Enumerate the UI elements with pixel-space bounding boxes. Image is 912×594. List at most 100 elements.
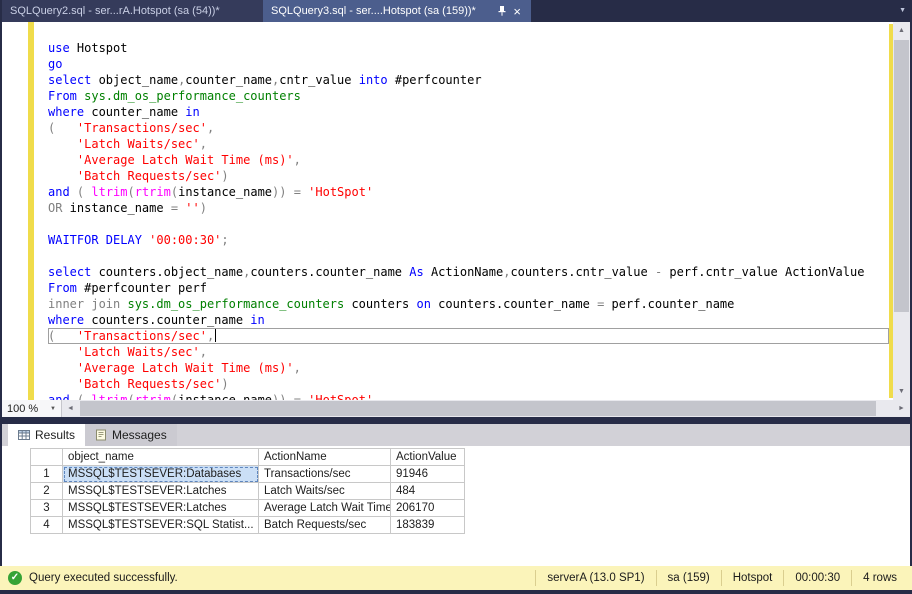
vertical-scrollbar-thumb[interactable]: [894, 40, 909, 312]
code-line[interactable]: From sys.dm_os_performance_counters: [48, 88, 889, 104]
column-header[interactable]: ActionValue: [390, 448, 465, 466]
code-editor[interactable]: -use Hotspotgo-select object_name,counte…: [2, 22, 910, 400]
grid-cell[interactable]: Transactions/sec: [258, 465, 391, 483]
code-token: (: [127, 185, 135, 199]
pin-icon[interactable]: [497, 5, 507, 17]
code-line[interactable]: [48, 216, 889, 232]
code-line[interactable]: 'Latch Waits/sec',: [48, 344, 889, 360]
zoom-selector[interactable]: 100 % ▼: [2, 400, 62, 417]
code-token: and: [48, 185, 70, 199]
grid-cell[interactable]: 484: [390, 482, 465, 500]
code-token: instance_name: [178, 185, 273, 199]
code-token: )) =: [272, 185, 309, 199]
code-token: =: [597, 297, 612, 311]
tab-label: SQLQuery2.sql - ser...rA.Hotspot (sa (54…: [10, 5, 220, 17]
grid-cell[interactable]: MSSQL$TESTSEVER:Databases: [62, 465, 259, 483]
code-token: rtrim: [134, 393, 171, 400]
code-line[interactable]: OR instance_name = ''): [48, 200, 889, 216]
code-token: counter_name: [84, 105, 186, 119]
scroll-up-icon[interactable]: ▲: [893, 22, 910, 39]
code-line[interactable]: -: [48, 24, 889, 40]
code-line[interactable]: WAITFOR DELAY '00:00:30';: [48, 232, 889, 248]
editor-horizontal-scroll-row: 100 % ▼ ◄ ►: [2, 400, 910, 417]
table-row: 3 MSSQL$TESTSEVER:Latches Average Latch Wa…: [30, 499, 465, 517]
code-token: counters.counter_name: [250, 265, 410, 279]
grid-cell[interactable]: MSSQL$TESTSEVER:Latches: [62, 499, 259, 517]
grid-corner[interactable]: [30, 448, 63, 466]
grid-cell[interactable]: Average Latch Wait Time (ms): [258, 499, 391, 517]
row-header[interactable]: 2: [30, 482, 63, 500]
scroll-right-icon[interactable]: ►: [893, 400, 910, 417]
grid-cell[interactable]: MSSQL$TESTSEVER:Latches: [62, 482, 259, 500]
status-database: Hotspot: [720, 570, 784, 586]
code-token: in: [250, 313, 265, 327]
code-token: and: [48, 393, 70, 400]
code-line[interactable]: ( 'Transactions/sec',: [48, 328, 889, 344]
grid-cell[interactable]: MSSQL$TESTSEVER:SQL Statist...: [62, 516, 259, 534]
code-token: WAITFOR DELAY: [48, 233, 142, 247]
tab-sqlquery3[interactable]: SQLQuery3.sql - ser....Hotspot (sa (159)…: [263, 0, 531, 22]
code-token: ,: [199, 345, 207, 359]
code-token: ,: [199, 137, 207, 151]
column-header[interactable]: ActionName: [258, 448, 391, 466]
code-token: ,: [293, 153, 301, 167]
grid-cell[interactable]: 206170: [390, 499, 465, 517]
tab-messages[interactable]: Messages: [85, 424, 177, 446]
code-token: counters.counter_name: [430, 297, 598, 311]
tab-sqlquery2[interactable]: SQLQuery2.sql - ser...rA.Hotspot (sa (54…: [2, 0, 263, 22]
document-tab-bar: SQLQuery2.sql - ser...rA.Hotspot (sa (54…: [0, 0, 912, 22]
horizontal-scrollbar-thumb[interactable]: [80, 401, 876, 416]
code-line[interactable]: where counter_name in: [48, 104, 889, 120]
code-token: on: [416, 297, 431, 311]
column-header[interactable]: object_name: [62, 448, 259, 466]
code-line[interactable]: and ( ltrim(rtrim(instance_name)) = 'Hot…: [48, 392, 889, 400]
code-token: ,: [293, 361, 301, 375]
tab-results[interactable]: Results: [8, 424, 86, 446]
code-token: ): [221, 169, 229, 183]
code-line[interactable]: ( 'Transactions/sec',: [48, 120, 889, 136]
code-line[interactable]: and ( ltrim(rtrim(instance_name)) = 'Hot…: [48, 184, 889, 200]
code-line[interactable]: inner join sys.dm_os_performance_counter…: [48, 296, 889, 312]
code-line[interactable]: go: [48, 56, 889, 72]
code-token: 'Transactions/sec': [76, 329, 207, 343]
success-check-icon: ✓: [8, 571, 22, 585]
code-line[interactable]: use Hotspot: [48, 40, 889, 56]
row-header[interactable]: 4: [30, 516, 63, 534]
scroll-left-icon[interactable]: ◄: [62, 400, 79, 417]
grid-cell[interactable]: Latch Waits/sec: [258, 482, 391, 500]
document-list-dropdown-icon[interactable]: ▼: [899, 7, 906, 14]
row-header[interactable]: 3: [30, 499, 63, 517]
code-token: inner join: [48, 297, 121, 311]
status-rowcount: 4 rows: [851, 570, 908, 586]
grid-cell[interactable]: 183839: [390, 516, 465, 534]
code-line[interactable]: [48, 248, 889, 264]
code-line[interactable]: 'Average Latch Wait Time (ms)',: [48, 360, 889, 376]
code-line[interactable]: 'Batch Requests/sec'): [48, 168, 889, 184]
code-line[interactable]: 'Average Latch Wait Time (ms)',: [48, 152, 889, 168]
scroll-down-icon[interactable]: ▼: [893, 383, 910, 400]
code-line[interactable]: where counters.counter_name in: [48, 312, 889, 328]
tab-label: SQLQuery3.sql - ser....Hotspot (sa (159)…: [271, 5, 476, 17]
code-token: #perfcounter: [387, 73, 482, 87]
grid-cell[interactable]: Batch Requests/sec: [258, 516, 391, 534]
code-token: (: [127, 393, 135, 400]
status-user: sa (159): [655, 570, 721, 586]
code-token: use: [48, 41, 70, 55]
code-token: counter_name: [185, 73, 272, 87]
code-line[interactable]: -select object_name,counter_name,cntr_va…: [48, 72, 889, 88]
grid-cell[interactable]: 91946: [390, 465, 465, 483]
code-line[interactable]: -select counters.object_name,counters.co…: [48, 264, 889, 280]
row-header[interactable]: 1: [30, 465, 63, 483]
code-lines[interactable]: -use Hotspotgo-select object_name,counte…: [48, 24, 889, 400]
code-token: sys.dm_os_performance_counters: [120, 297, 345, 311]
zoom-value: 100 %: [7, 402, 39, 415]
code-token: ,: [206, 329, 215, 343]
close-icon[interactable]: ×: [511, 5, 523, 18]
code-line[interactable]: From #perfcounter perf: [48, 280, 889, 296]
code-line[interactable]: 'Batch Requests/sec'): [48, 376, 889, 392]
editor-vertical-scrollbar[interactable]: ▲ ▼: [893, 22, 910, 400]
code-line[interactable]: 'Latch Waits/sec',: [48, 136, 889, 152]
